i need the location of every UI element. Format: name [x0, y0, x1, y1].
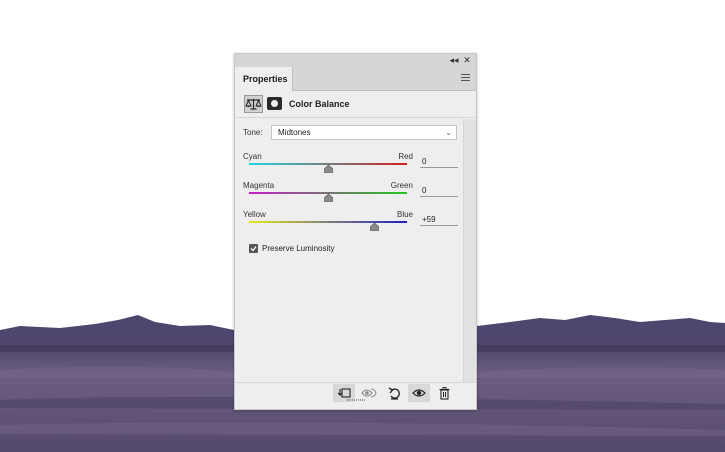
- tone-label: Tone:: [243, 128, 263, 137]
- magenta-green-slider: Magenta Green 0: [243, 181, 458, 209]
- slider-right-label: Red: [398, 152, 413, 161]
- collapse-panel-button[interactable]: ◂◂: [448, 54, 460, 67]
- slider-left-label: Magenta: [243, 181, 275, 190]
- close-panel-button[interactable]: ✕: [461, 54, 473, 67]
- hamburger-menu-icon[interactable]: [461, 74, 470, 83]
- properties-panel: ◂◂ ✕ Properties Color Balance Tone: Midt…: [234, 53, 477, 410]
- slider-right-label: Blue: [396, 210, 413, 219]
- panel-titlebar[interactable]: ◂◂ ✕: [235, 54, 476, 67]
- panel-tab-row: Properties: [235, 67, 476, 92]
- slider-value-input[interactable]: +59: [420, 214, 458, 226]
- visibility-eye-icon[interactable]: [408, 384, 430, 402]
- tone-dropdown[interactable]: Midtones ⌄: [271, 125, 457, 140]
- slider-value-input[interactable]: 0: [420, 156, 458, 168]
- preserve-luminosity-label: Preserve Luminosity: [262, 244, 335, 253]
- slider-right-label: Green: [390, 181, 413, 190]
- color-balance-scales-icon[interactable]: [244, 95, 263, 113]
- slider-value-input[interactable]: 0: [420, 185, 458, 197]
- slider-thumb[interactable]: [323, 165, 333, 173]
- slider-track[interactable]: [249, 221, 407, 223]
- cyan-red-slider: Cyan Red 0: [243, 152, 458, 180]
- chevron-down-icon: ⌄: [445, 128, 452, 137]
- panel-resize-grip[interactable]: [347, 399, 365, 401]
- panel-scrollbar[interactable]: [463, 119, 476, 382]
- trash-icon[interactable]: [433, 384, 455, 402]
- yellow-blue-slider: Yellow Blue +59: [243, 210, 458, 238]
- adjustment-header: Color Balance: [235, 92, 476, 118]
- canvas-stage: ◂◂ ✕ Properties Color Balance Tone: Midt…: [0, 0, 725, 452]
- tone-selected-value: Midtones: [278, 128, 311, 137]
- slider-left-label: Yellow: [243, 210, 266, 219]
- layer-mask-icon[interactable]: [267, 97, 282, 110]
- tab-properties[interactable]: Properties: [235, 67, 293, 92]
- panel-bottom-toolbar: [235, 382, 476, 402]
- reset-icon[interactable]: [383, 384, 405, 402]
- preserve-luminosity-checkbox[interactable]: [249, 244, 258, 253]
- slider-left-label: Cyan: [243, 152, 262, 161]
- slider-thumb[interactable]: [323, 194, 333, 202]
- adjustment-title: Color Balance: [289, 99, 350, 109]
- slider-thumb[interactable]: [370, 223, 380, 231]
